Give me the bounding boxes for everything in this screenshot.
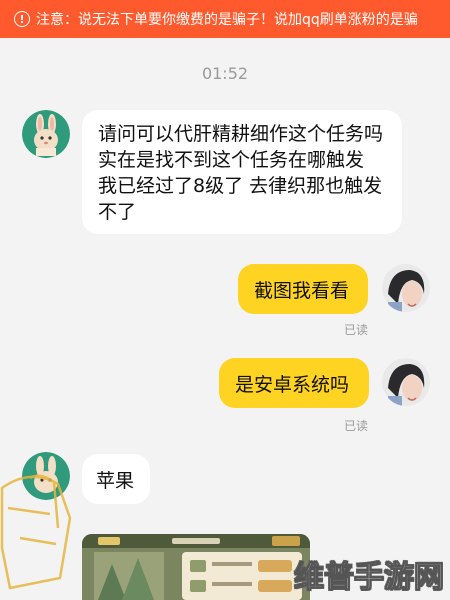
- game-screenshot-image: [82, 534, 310, 600]
- message-text: 是安卓系统吗: [235, 374, 350, 396]
- watermark-text: 维普手游网: [294, 560, 445, 596]
- message-timestamp: 01:52: [201, 64, 249, 83]
- message-bubble-sent[interactable]: 是安卓系统吗: [219, 358, 369, 408]
- message-bubble-received[interactable]: 苹果: [82, 454, 150, 504]
- read-status: 已读: [344, 419, 369, 433]
- warning-icon: !: [14, 11, 30, 27]
- message-image[interactable]: [82, 534, 310, 600]
- warning-banner[interactable]: ! 注意：说无法下单要你缴费的是骗子！说加qq刷单涨粉的是骗: [0, 0, 450, 38]
- contact-avatar[interactable]: [22, 110, 70, 158]
- my-avatar[interactable]: [382, 358, 430, 406]
- my-avatar[interactable]: [382, 264, 430, 312]
- message-text: 请问可以代肝精耕细作这个任务吗 实在是找不到这个任务在哪触发 我已经过了8级了 …: [98, 123, 384, 223]
- read-status: 已读: [344, 323, 369, 337]
- message-text: 截图我看看: [254, 280, 350, 302]
- watermark-logo-icon: [0, 474, 72, 590]
- message-text: 苹果: [96, 470, 135, 492]
- message-bubble-sent[interactable]: 截图我看看: [238, 264, 368, 314]
- message-bubble-received[interactable]: 请问可以代肝精耕细作这个任务吗 实在是找不到这个任务在哪触发 我已经过了8级了 …: [82, 110, 402, 234]
- warning-banner-text: 注意：说无法下单要你缴费的是骗子！说加qq刷单涨粉的是骗: [36, 12, 418, 28]
